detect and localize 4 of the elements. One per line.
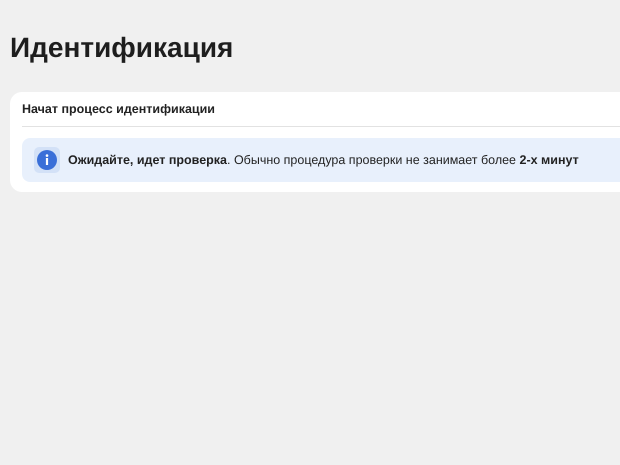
page-title: Идентификация	[10, 31, 234, 65]
info-icon	[34, 147, 60, 173]
card-title: Начат процесс идентификации	[22, 101, 215, 118]
notice-text: Ожидайте, идет проверка. Обычно процедура проверки не занимает более 2-х минут	[68, 152, 579, 169]
